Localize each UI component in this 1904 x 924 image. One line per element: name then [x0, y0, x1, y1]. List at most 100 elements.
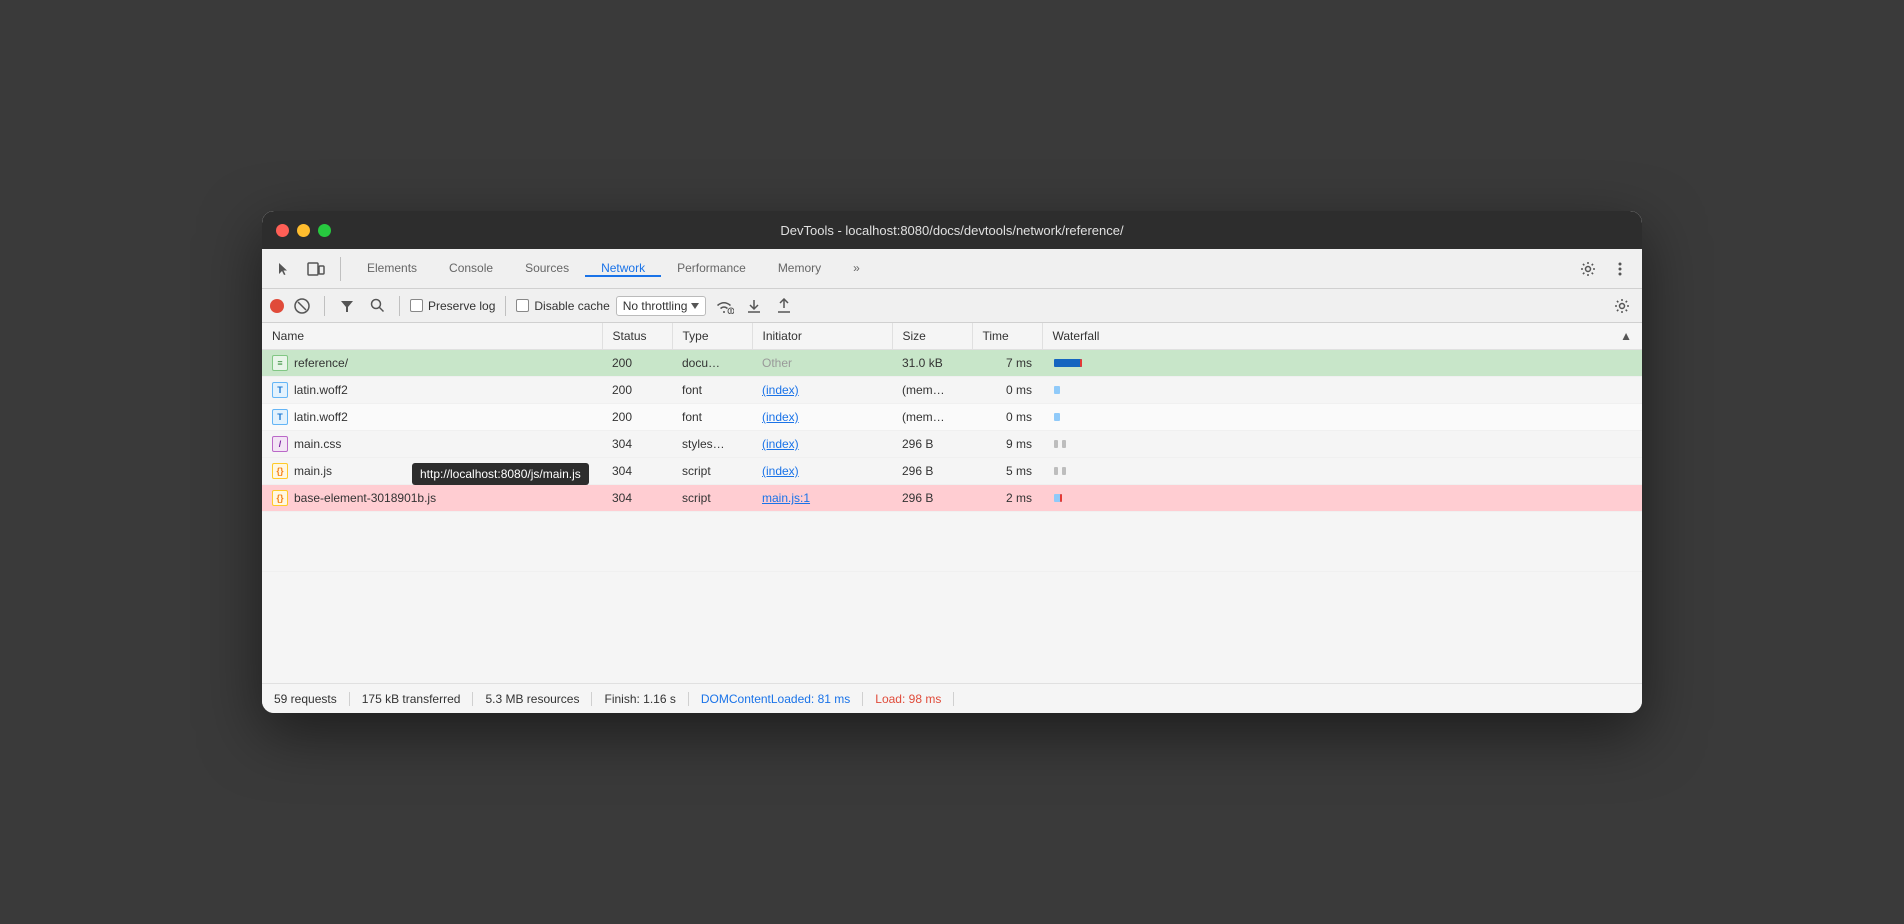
cell-waterfall: [1042, 431, 1642, 458]
cell-size: 296 B: [892, 458, 972, 485]
titlebar: DevTools - localhost:8080/docs/devtools/…: [262, 211, 1642, 249]
status-bar: 59 requests 175 kB transferred 5.3 MB re…: [262, 683, 1642, 713]
tab-sources[interactable]: Sources: [509, 261, 585, 277]
filter-icon[interactable]: [335, 294, 359, 318]
preserve-log-checkbox[interactable]: [410, 299, 423, 312]
cell-status: 304: [602, 458, 672, 485]
col-initiator[interactable]: Initiator: [752, 323, 892, 350]
cell-status: 304: [602, 431, 672, 458]
col-time[interactable]: Time: [972, 323, 1042, 350]
col-type[interactable]: Type: [672, 323, 752, 350]
cell-time: 9 ms: [972, 431, 1042, 458]
cell-status: 200: [602, 350, 672, 377]
cell-name: T latin.woff2: [262, 377, 602, 404]
cursor-icon[interactable]: [270, 255, 298, 283]
col-waterfall[interactable]: Waterfall ▲: [1042, 323, 1642, 350]
requests-count: 59 requests: [274, 692, 350, 706]
network-settings-icon[interactable]: [1610, 294, 1634, 318]
table-row[interactable]: {} main.js http://localhost:8080/js/main…: [262, 458, 1642, 485]
cell-size: 296 B: [892, 431, 972, 458]
wifi-settings-icon[interactable]: [712, 294, 736, 318]
window-title: DevTools - localhost:8080/docs/devtools/…: [780, 223, 1123, 238]
table-row[interactable]: T latin.woff2 200 font (index) (mem… 0 m…: [262, 377, 1642, 404]
traffic-lights: [276, 224, 331, 237]
table-row[interactable]: {} base-element-3018901b.js 304 script m…: [262, 485, 1642, 512]
cell-initiator: Other: [752, 350, 892, 377]
cell-initiator[interactable]: (index): [752, 458, 892, 485]
table-header-row: Name Status Type Initiator Size Time Wat…: [262, 323, 1642, 350]
table-row[interactable]: ≡ reference/ 200 docu… Other 31.0 kB 7 m…: [262, 350, 1642, 377]
device-toggle-icon[interactable]: [302, 255, 330, 283]
cell-type: font: [672, 377, 752, 404]
cell-initiator[interactable]: main.js:1: [752, 485, 892, 512]
network-toolbar: Preserve log Disable cache No throttling: [262, 289, 1642, 323]
net-separator-2: [399, 296, 400, 316]
tab-elements[interactable]: Elements: [351, 261, 433, 277]
cell-waterfall: [1042, 350, 1642, 377]
cell-name: / main.css: [262, 431, 602, 458]
tab-console[interactable]: Console: [433, 261, 509, 277]
close-button[interactable]: [276, 224, 289, 237]
cell-initiator[interactable]: (index): [752, 404, 892, 431]
cell-time: 0 ms: [972, 404, 1042, 431]
col-size[interactable]: Size: [892, 323, 972, 350]
cell-size: (mem…: [892, 404, 972, 431]
tab-memory[interactable]: Memory: [762, 261, 837, 277]
throttle-select[interactable]: No throttling: [616, 296, 707, 316]
cell-size: (mem…: [892, 377, 972, 404]
cell-waterfall: [1042, 458, 1642, 485]
tab-network[interactable]: Network: [585, 261, 661, 277]
cell-initiator[interactable]: (index): [752, 377, 892, 404]
resources-size: 5.3 MB resources: [473, 692, 592, 706]
cell-waterfall: [1042, 377, 1642, 404]
network-table: Name Status Type Initiator Size Time Wat…: [262, 323, 1642, 572]
table-row[interactable]: / main.css 304 styles… (index) 296 B 9 m…: [262, 431, 1642, 458]
import-icon[interactable]: [742, 294, 766, 318]
network-table-wrapper[interactable]: Name Status Type Initiator Size Time Wat…: [262, 323, 1642, 683]
transferred-size: 175 kB transferred: [350, 692, 474, 706]
cell-size: 31.0 kB: [892, 350, 972, 377]
devtools-window: DevTools - localhost:8080/docs/devtools/…: [262, 211, 1642, 713]
disable-cache-checkbox-label[interactable]: Disable cache: [516, 299, 609, 313]
tab-more[interactable]: »: [837, 261, 876, 277]
cell-status: 200: [602, 404, 672, 431]
disable-cache-checkbox[interactable]: [516, 299, 529, 312]
finish-time: Finish: 1.16 s: [592, 692, 688, 706]
cell-type: script: [672, 458, 752, 485]
cell-initiator[interactable]: (index): [752, 431, 892, 458]
sort-arrow-icon[interactable]: ▲: [1620, 329, 1632, 343]
clear-icon[interactable]: [290, 294, 314, 318]
table-row[interactable]: T latin.woff2 200 font (index) (mem… 0 m…: [262, 404, 1642, 431]
cell-waterfall: [1042, 485, 1642, 512]
load-time: Load: 98 ms: [863, 692, 954, 706]
preserve-log-checkbox-label[interactable]: Preserve log: [410, 299, 495, 313]
net-separator-3: [505, 296, 506, 316]
cell-type: font: [672, 404, 752, 431]
dom-content-loaded: DOMContentLoaded: 81 ms: [689, 692, 863, 706]
toolbar-left: [270, 255, 330, 283]
col-status[interactable]: Status: [602, 323, 672, 350]
cell-type: styles…: [672, 431, 752, 458]
net-separator-1: [324, 296, 325, 316]
search-icon[interactable]: [365, 294, 389, 318]
cell-type: script: [672, 485, 752, 512]
main-toolbar: Elements Console Sources Network Perform…: [262, 249, 1642, 289]
settings-icon[interactable]: [1574, 255, 1602, 283]
cell-name: {} main.js http://localhost:8080/js/main…: [262, 458, 602, 485]
export-icon[interactable]: [772, 294, 796, 318]
cell-status: 200: [602, 377, 672, 404]
cell-time: 2 ms: [972, 485, 1042, 512]
content-area: Name Status Type Initiator Size Time Wat…: [262, 323, 1642, 713]
record-button[interactable]: [270, 299, 284, 313]
cell-name: T latin.woff2: [262, 404, 602, 431]
col-name[interactable]: Name: [262, 323, 602, 350]
cell-waterfall: [1042, 404, 1642, 431]
tab-performance[interactable]: Performance: [661, 261, 762, 277]
cell-time: 7 ms: [972, 350, 1042, 377]
minimize-button[interactable]: [297, 224, 310, 237]
cell-size: 296 B: [892, 485, 972, 512]
more-options-icon[interactable]: [1606, 255, 1634, 283]
main-tabs: Elements Console Sources Network Perform…: [351, 261, 876, 276]
maximize-button[interactable]: [318, 224, 331, 237]
cell-time: 0 ms: [972, 377, 1042, 404]
